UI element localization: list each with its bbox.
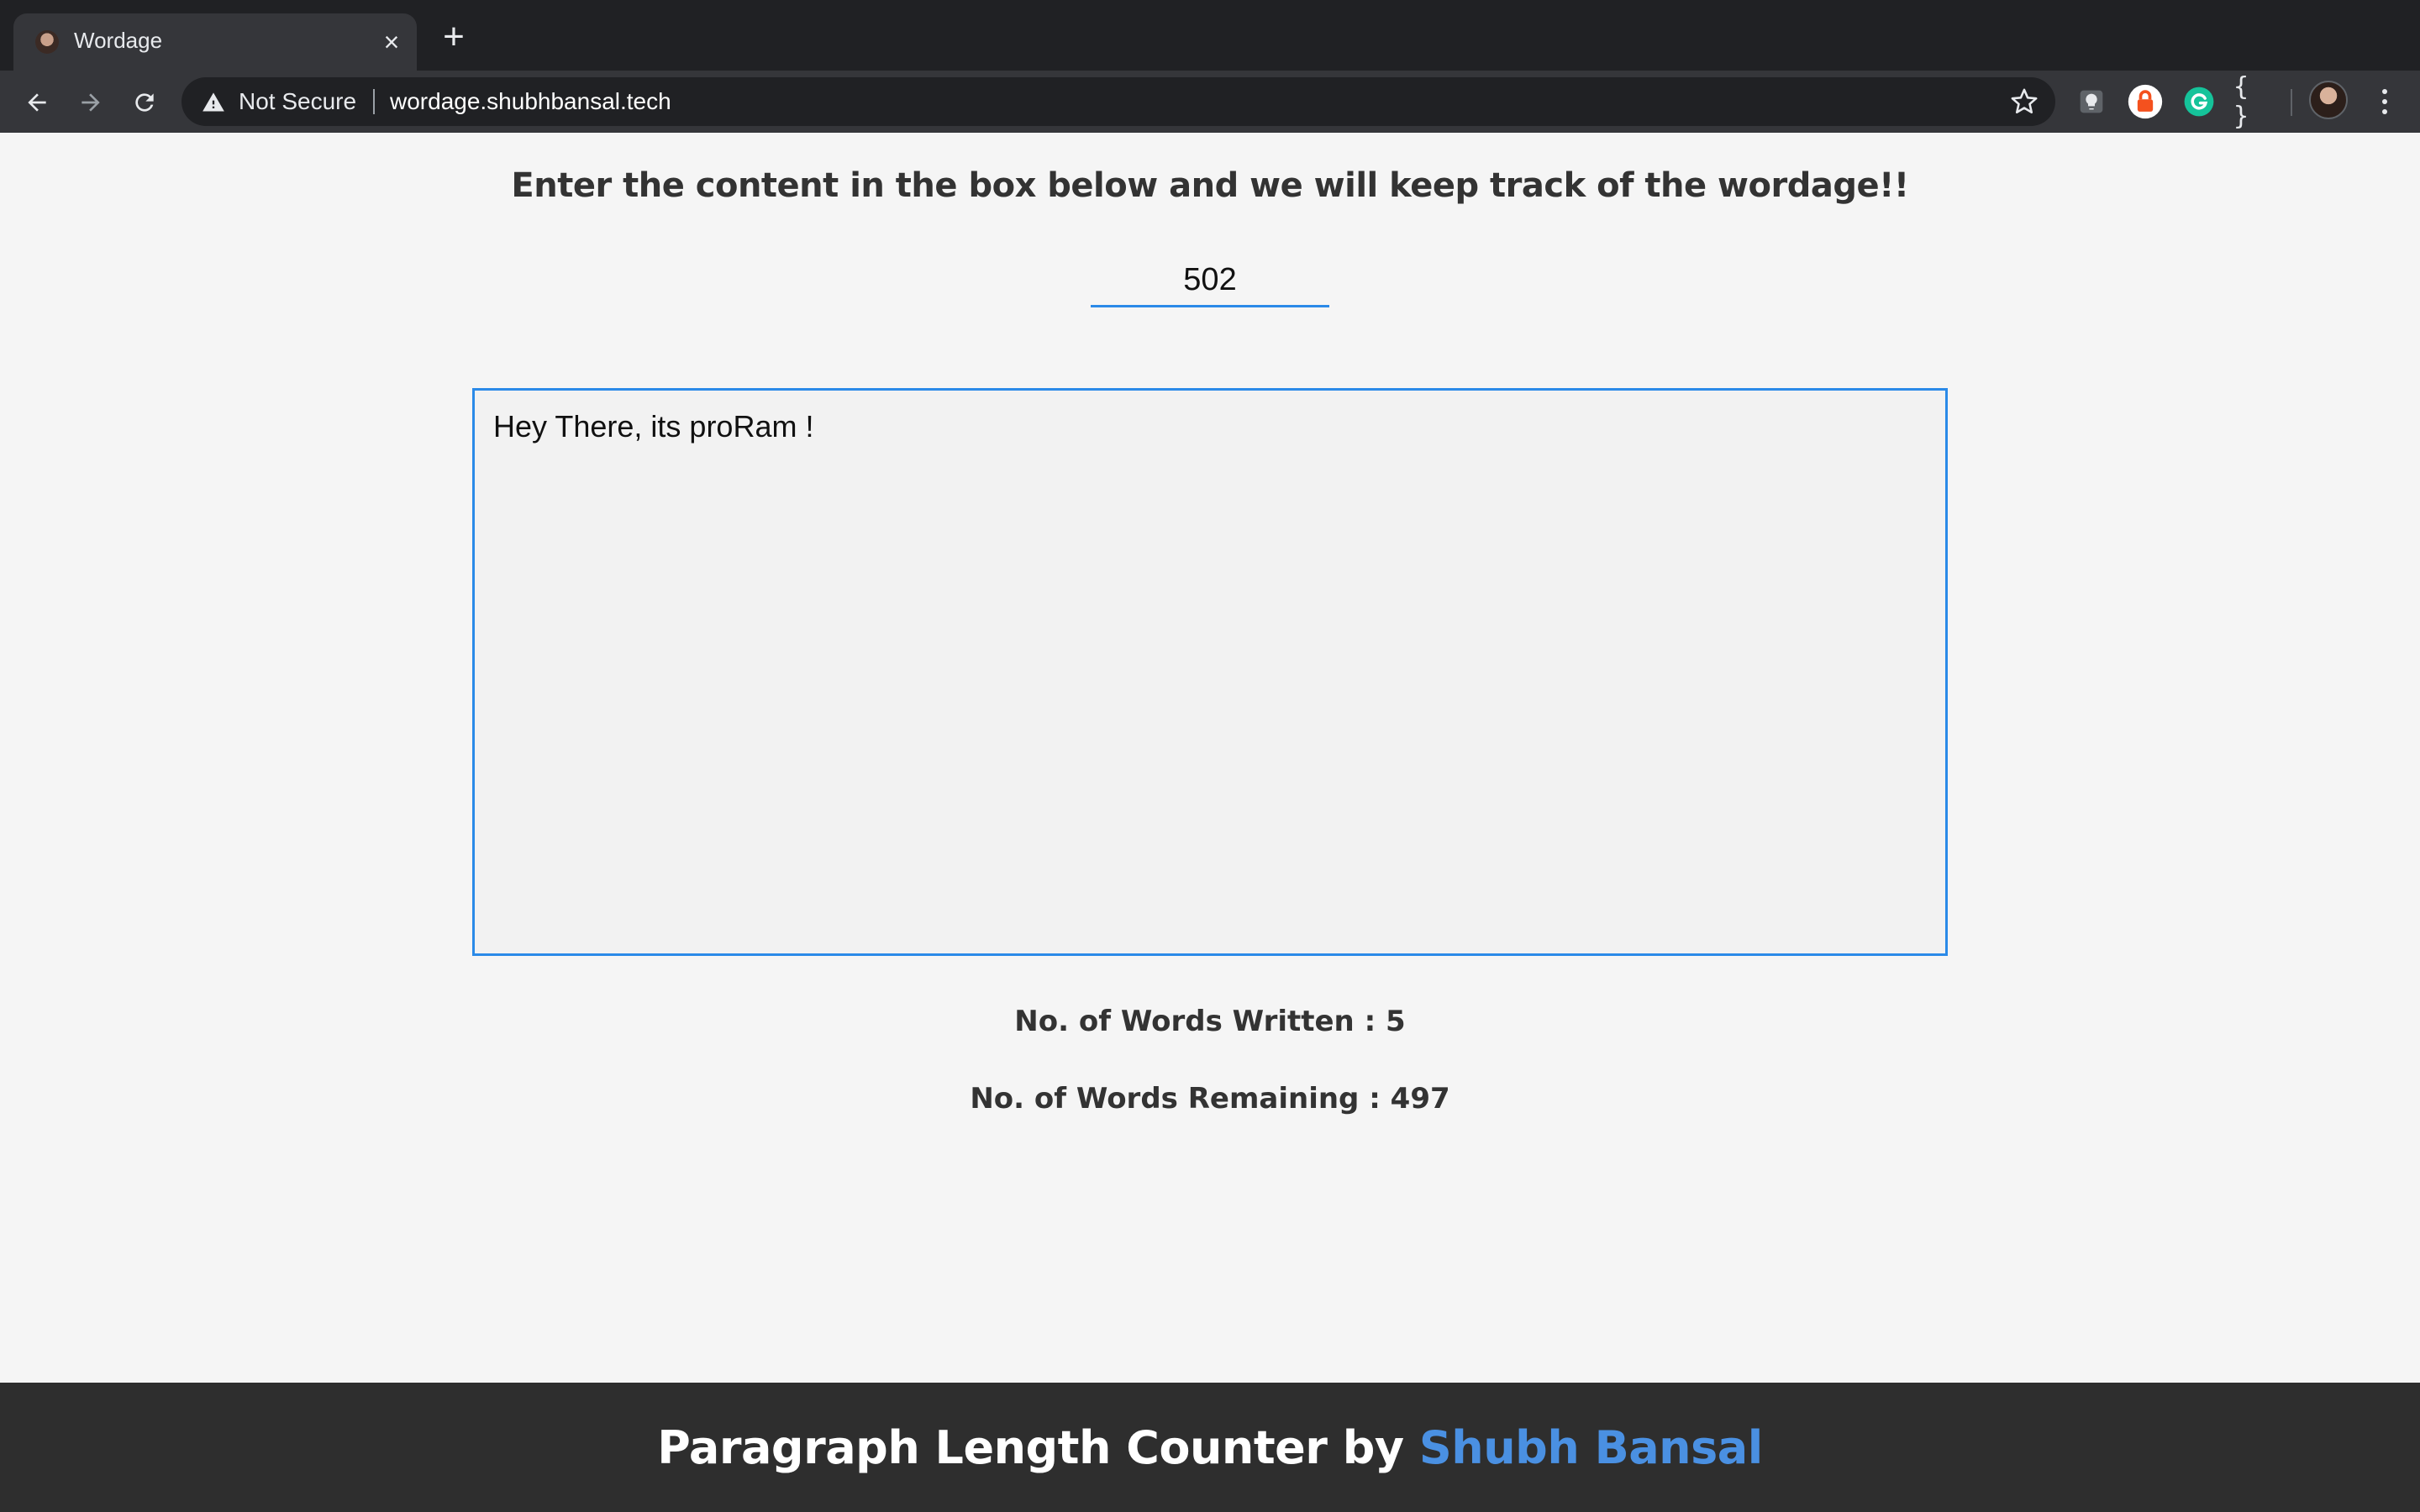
new-tab-button[interactable]: + (437, 18, 471, 55)
browser-menu-icon[interactable] (2368, 82, 2402, 121)
menu-dot (2382, 99, 2387, 104)
forward-button[interactable] (72, 84, 109, 121)
footer-text: Paragraph Length Counter by Shubh Bansal (657, 1420, 1763, 1474)
toolbar-divider (2291, 89, 2292, 116)
lightbulb-icon (2080, 90, 2103, 113)
words-remaining-stat: No. of Words Remaining : 497 (970, 1082, 1450, 1116)
word-limit-input[interactable] (1091, 255, 1329, 307)
words-written-stat: No. of Words Written : 5 (1014, 1005, 1406, 1038)
content-textarea[interactable]: Hey There, its proRam ! (472, 388, 1948, 956)
security-label[interactable]: Not Secure (239, 88, 356, 115)
favicon-icon (35, 30, 59, 54)
tab-strip: Wordage × + (0, 0, 2420, 71)
page-heading: Enter the content in the box below and w… (511, 166, 1909, 205)
reload-button[interactable] (126, 84, 163, 121)
lock-extension-icon[interactable] (2126, 82, 2165, 121)
footer-caption: Paragraph Length Counter by (657, 1420, 1419, 1474)
warning-icon[interactable] (202, 91, 225, 114)
reload-icon (135, 93, 154, 112)
grammarly-g-icon (2184, 87, 2214, 117)
back-button[interactable] (18, 84, 55, 121)
menu-dot (2382, 89, 2387, 94)
footer: Paragraph Length Counter by Shubh Bansal (0, 1383, 2420, 1512)
address-bar[interactable]: Not Secure wordage.shubhbansal.tech (182, 77, 2055, 126)
menu-dot (2382, 109, 2387, 114)
author-link[interactable]: Shubh Bansal (1419, 1421, 1763, 1474)
browser-toolbar: Not Secure wordage.shubhbansal.tech { } (0, 71, 2420, 133)
omnibox-divider (373, 89, 375, 114)
arrow-left-icon (28, 93, 46, 112)
braces-extension-icon[interactable]: { } (2233, 72, 2272, 131)
tab-title: Wordage (74, 28, 163, 53)
grammarly-icon[interactable] (2180, 82, 2218, 121)
profile-avatar[interactable] (2309, 81, 2348, 119)
lock-icon (2128, 84, 2163, 119)
bulb-extension-icon[interactable] (2072, 82, 2111, 121)
tab-close-icon[interactable]: × (376, 27, 407, 57)
arrow-right-icon (82, 93, 100, 112)
bookmark-star-icon[interactable] (2010, 87, 2039, 116)
url-text[interactable]: wordage.shubhbansal.tech (390, 88, 671, 115)
tab-wordage[interactable]: Wordage × (13, 13, 417, 71)
page-content: Enter the content in the box below and w… (0, 133, 2420, 1383)
